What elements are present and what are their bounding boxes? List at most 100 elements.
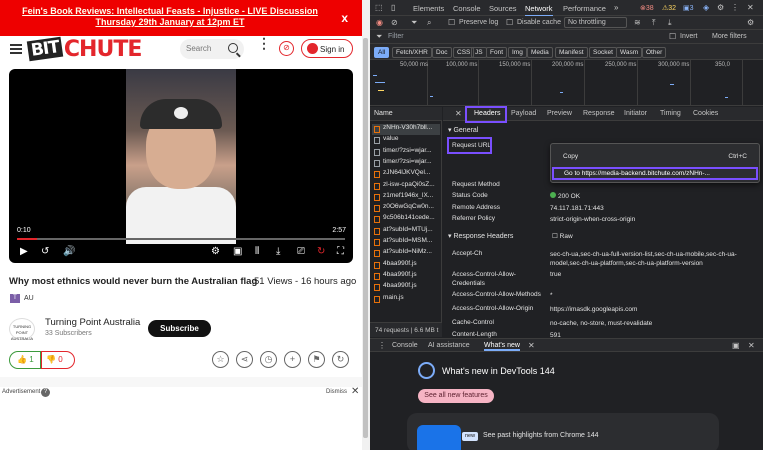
refresh-icon[interactable]: ↻ xyxy=(332,351,349,368)
fullscreen-icon[interactable]: ⛶ xyxy=(337,247,344,257)
info-count[interactable]: ▣3 xyxy=(683,4,694,12)
settings-icon[interactable]: ⚙ xyxy=(211,247,220,257)
search-icon[interactable] xyxy=(228,43,238,53)
close-tab-icon[interactable]: ✕ xyxy=(528,341,535,350)
notifications-off-icon[interactable]: ⊘ xyxy=(279,41,294,56)
request-row[interactable]: 9c506b141cede... xyxy=(372,214,440,225)
request-row[interactable]: main.js xyxy=(372,294,440,305)
replay-icon[interactable]: ↺ xyxy=(41,247,49,257)
dislike-button[interactable]: 👎 0 xyxy=(41,351,75,369)
more-tabs-icon[interactable]: » xyxy=(614,3,618,12)
share-icon[interactable]: ⋖ xyxy=(236,351,253,368)
request-row[interactable]: 4baa990f.js xyxy=(372,271,440,282)
goto-url-menu-item[interactable]: Go to https://media-backend.bitchute.com… xyxy=(552,167,758,180)
drawer-tab-console[interactable]: Console xyxy=(392,342,418,349)
warning-count[interactable]: ⚠32 xyxy=(662,4,676,12)
pip-icon[interactable]: ▣ xyxy=(233,247,242,257)
error-count[interactable]: ⊗38 xyxy=(640,4,654,12)
volume-icon[interactable]: 🔊 xyxy=(63,247,75,257)
preserve-log-checkbox[interactable]: ☐ xyxy=(448,18,455,27)
see-all-features-button[interactable]: See all new features xyxy=(418,389,494,403)
sign-in-button[interactable]: Sign in xyxy=(301,39,353,58)
chip-other[interactable]: Other xyxy=(642,47,667,58)
general-section[interactable]: ▾ General xyxy=(448,126,478,134)
close-devtools-icon[interactable]: ✕ xyxy=(747,3,754,12)
chip-font[interactable]: Font xyxy=(486,47,508,58)
search-network-icon[interactable]: ⌕ xyxy=(427,18,431,28)
kebab-icon[interactable]: ⋮ xyxy=(731,3,739,12)
banner-link[interactable]: Fein's Book Reviews: Intellectual Feasts… xyxy=(10,6,330,28)
ai-icon[interactable]: ◈ xyxy=(703,3,709,12)
tab-elements[interactable]: Elements xyxy=(413,4,444,13)
tab-preview[interactable]: Preview xyxy=(547,110,572,117)
drawer-menu-icon[interactable]: ⋮ xyxy=(378,341,386,350)
chip-manifest[interactable]: Manifest xyxy=(555,47,588,58)
tab-sources[interactable]: Sources xyxy=(489,4,517,13)
channel-name[interactable]: Turning Point Australia xyxy=(45,317,140,328)
cast-icon[interactable]: ⎚ xyxy=(297,247,305,257)
request-row[interactable]: value xyxy=(372,135,440,146)
chip-img[interactable]: Img xyxy=(508,47,527,58)
add-playlist-icon[interactable]: + xyxy=(284,351,301,368)
chip-wasm[interactable]: Wasm xyxy=(616,47,643,58)
tab-performance[interactable]: Performance xyxy=(563,4,606,13)
subscribe-button[interactable]: Subscribe xyxy=(148,320,211,337)
wifi-icon[interactable]: ≋ xyxy=(634,18,641,27)
chip-js[interactable]: JS xyxy=(471,47,487,58)
throttle-select[interactable]: No throttling xyxy=(564,17,627,28)
drawer-tab-ai[interactable]: AI assistance xyxy=(428,342,470,349)
chip-media[interactable]: Media xyxy=(527,47,553,58)
request-row[interactable]: 4baa990f.js xyxy=(372,282,440,293)
dismiss-label[interactable]: Dismiss xyxy=(326,389,347,395)
more-options-icon[interactable]: ⋮ xyxy=(257,36,271,55)
channel-avatar[interactable]: TURNING POINT AUSTRALIA xyxy=(9,318,35,341)
name-column-header[interactable]: Name xyxy=(370,107,442,121)
disable-cache-checkbox[interactable]: ☐ xyxy=(506,18,513,27)
play-icon[interactable]: ▶ xyxy=(20,247,28,257)
menu-icon[interactable] xyxy=(10,44,22,54)
drawer-tab-whats-new[interactable]: What's new xyxy=(484,342,520,351)
banner-close-button[interactable]: x xyxy=(341,11,348,25)
progress-bar[interactable] xyxy=(17,238,345,240)
request-row[interactable]: timer/?zsi=wjar... xyxy=(372,158,440,169)
download-icon[interactable]: ⤓ xyxy=(276,247,280,257)
video-player[interactable]: 0:10 2:57 ▶ ↺ 🔊 ⚙ ▣ ⫴ ⤓ ⎚ ↻ ⛶ xyxy=(9,69,353,263)
filter-input[interactable]: Filter xyxy=(388,33,404,40)
device-icon[interactable]: ▯ xyxy=(391,3,395,12)
tab-console[interactable]: Console xyxy=(453,4,481,13)
tab-timing[interactable]: Timing xyxy=(660,110,681,117)
chip-fetch[interactable]: Fetch/XHR xyxy=(392,47,432,58)
chip-all[interactable]: All xyxy=(374,47,390,58)
invert-checkbox[interactable]: ☐ xyxy=(669,32,676,41)
request-row[interactable]: at?subId=MTUj... xyxy=(372,226,440,237)
like-button[interactable]: 👍 1 xyxy=(9,351,41,369)
import-icon[interactable]: ⤒ xyxy=(652,18,656,28)
dock-icon[interactable]: ▣ xyxy=(732,341,740,350)
request-row[interactable]: zJN64lJKVQel... xyxy=(372,169,440,180)
search-input[interactable]: Search xyxy=(180,39,244,59)
settings-gear-icon[interactable]: ⚙ xyxy=(717,3,724,12)
request-row[interactable]: z1mef1946x_lX... xyxy=(372,192,440,203)
favorite-icon[interactable]: ☆ xyxy=(212,351,229,368)
video-tag[interactable]: AU xyxy=(24,295,34,302)
flag-icon[interactable]: ⚑ xyxy=(308,351,325,368)
loop-icon[interactable]: ↻ xyxy=(317,247,325,257)
network-settings-icon[interactable]: ⚙ xyxy=(747,18,754,27)
record-icon[interactable]: ◉ xyxy=(376,18,383,27)
tab-initiator[interactable]: Initiator xyxy=(624,110,647,117)
speed-icon[interactable]: ⫴ xyxy=(255,247,259,257)
raw-toggle[interactable]: ☐ Raw xyxy=(552,232,757,241)
filter-icon[interactable]: ⏷ xyxy=(411,18,417,28)
tab-cookies[interactable]: Cookies xyxy=(693,110,718,117)
request-row[interactable]: at?subId=MSM... xyxy=(372,237,440,248)
chip-socket[interactable]: Socket xyxy=(589,47,617,58)
request-row[interactable]: at?subId=NiMz... xyxy=(372,248,440,259)
copy-menu-item[interactable]: Copy xyxy=(563,153,578,160)
export-icon[interactable]: ⤓ xyxy=(668,18,672,28)
dismiss-close-icon[interactable]: ✕ xyxy=(351,386,359,397)
bitchute-logo[interactable]: BIT CHUTE xyxy=(26,37,142,62)
help-icon[interactable]: ? xyxy=(41,388,50,397)
page-scrollbar-thumb[interactable] xyxy=(363,38,368,438)
chip-doc[interactable]: Doc xyxy=(432,47,452,58)
request-row[interactable]: zl-isw-cpaQi0sZ... xyxy=(372,181,440,192)
